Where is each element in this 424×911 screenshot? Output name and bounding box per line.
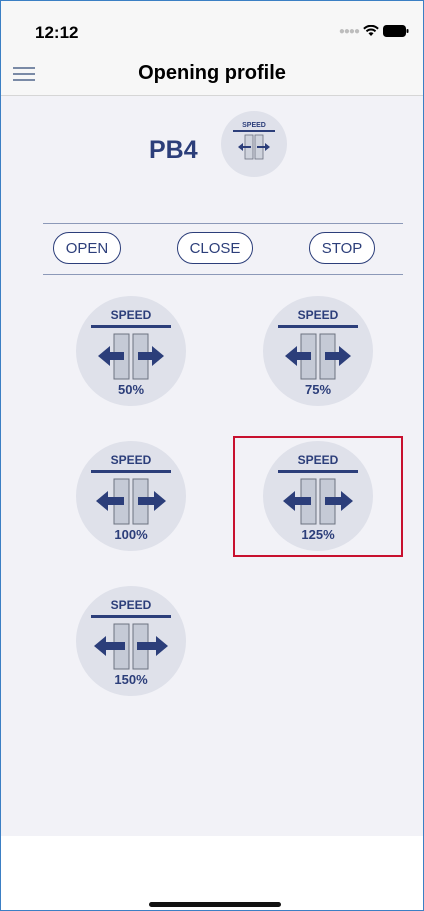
selection-highlight: [233, 436, 403, 557]
action-buttons-row: OPEN CLOSE STOP: [43, 223, 403, 275]
main-content: PB4 SPEED OPEN CLOSE STOP SPEED 50% SPEE…: [1, 96, 423, 836]
status-bar: 12:12 ●●●●: [1, 1, 423, 51]
svg-text:SPEED: SPEED: [111, 453, 152, 467]
bottom-safe-area: [1, 836, 423, 910]
stop-button[interactable]: STOP: [309, 232, 375, 264]
current-speed-icon: SPEED: [221, 111, 287, 177]
svg-text:SPEED: SPEED: [298, 308, 339, 322]
speed-option-label: 100%: [114, 527, 148, 542]
svg-text:SPEED: SPEED: [111, 308, 152, 322]
speed-option-label: 150%: [114, 672, 148, 687]
speed-option-label: 50%: [118, 382, 144, 397]
battery-icon: [383, 25, 409, 37]
wifi-icon: [363, 25, 379, 36]
signal-icon: ●●●●: [338, 25, 360, 37]
speed-option[interactable]: SPEED 50%: [76, 296, 186, 406]
page-title: Opening profile: [138, 62, 286, 84]
navigation-bar: Opening profile: [1, 51, 423, 96]
status-time: 12:12: [35, 23, 79, 42]
speed-option[interactable]: SPEED 75%: [263, 296, 373, 406]
speed-word: SPEED: [242, 122, 266, 129]
open-button[interactable]: OPEN: [53, 232, 121, 264]
close-button[interactable]: CLOSE: [177, 232, 253, 264]
status-icons: ●●●●: [339, 25, 409, 37]
device-name: PB4: [149, 136, 198, 164]
home-indicator[interactable]: [149, 902, 281, 907]
speed-option-label: 75%: [305, 382, 331, 397]
app-frame: 12:12 ●●●● Opening profile PB4 SPEED OPE…: [0, 0, 424, 911]
speed-option[interactable]: SPEED 100%: [76, 441, 186, 551]
svg-text:SPEED: SPEED: [111, 598, 152, 612]
speed-option[interactable]: SPEED 150%: [76, 586, 186, 696]
